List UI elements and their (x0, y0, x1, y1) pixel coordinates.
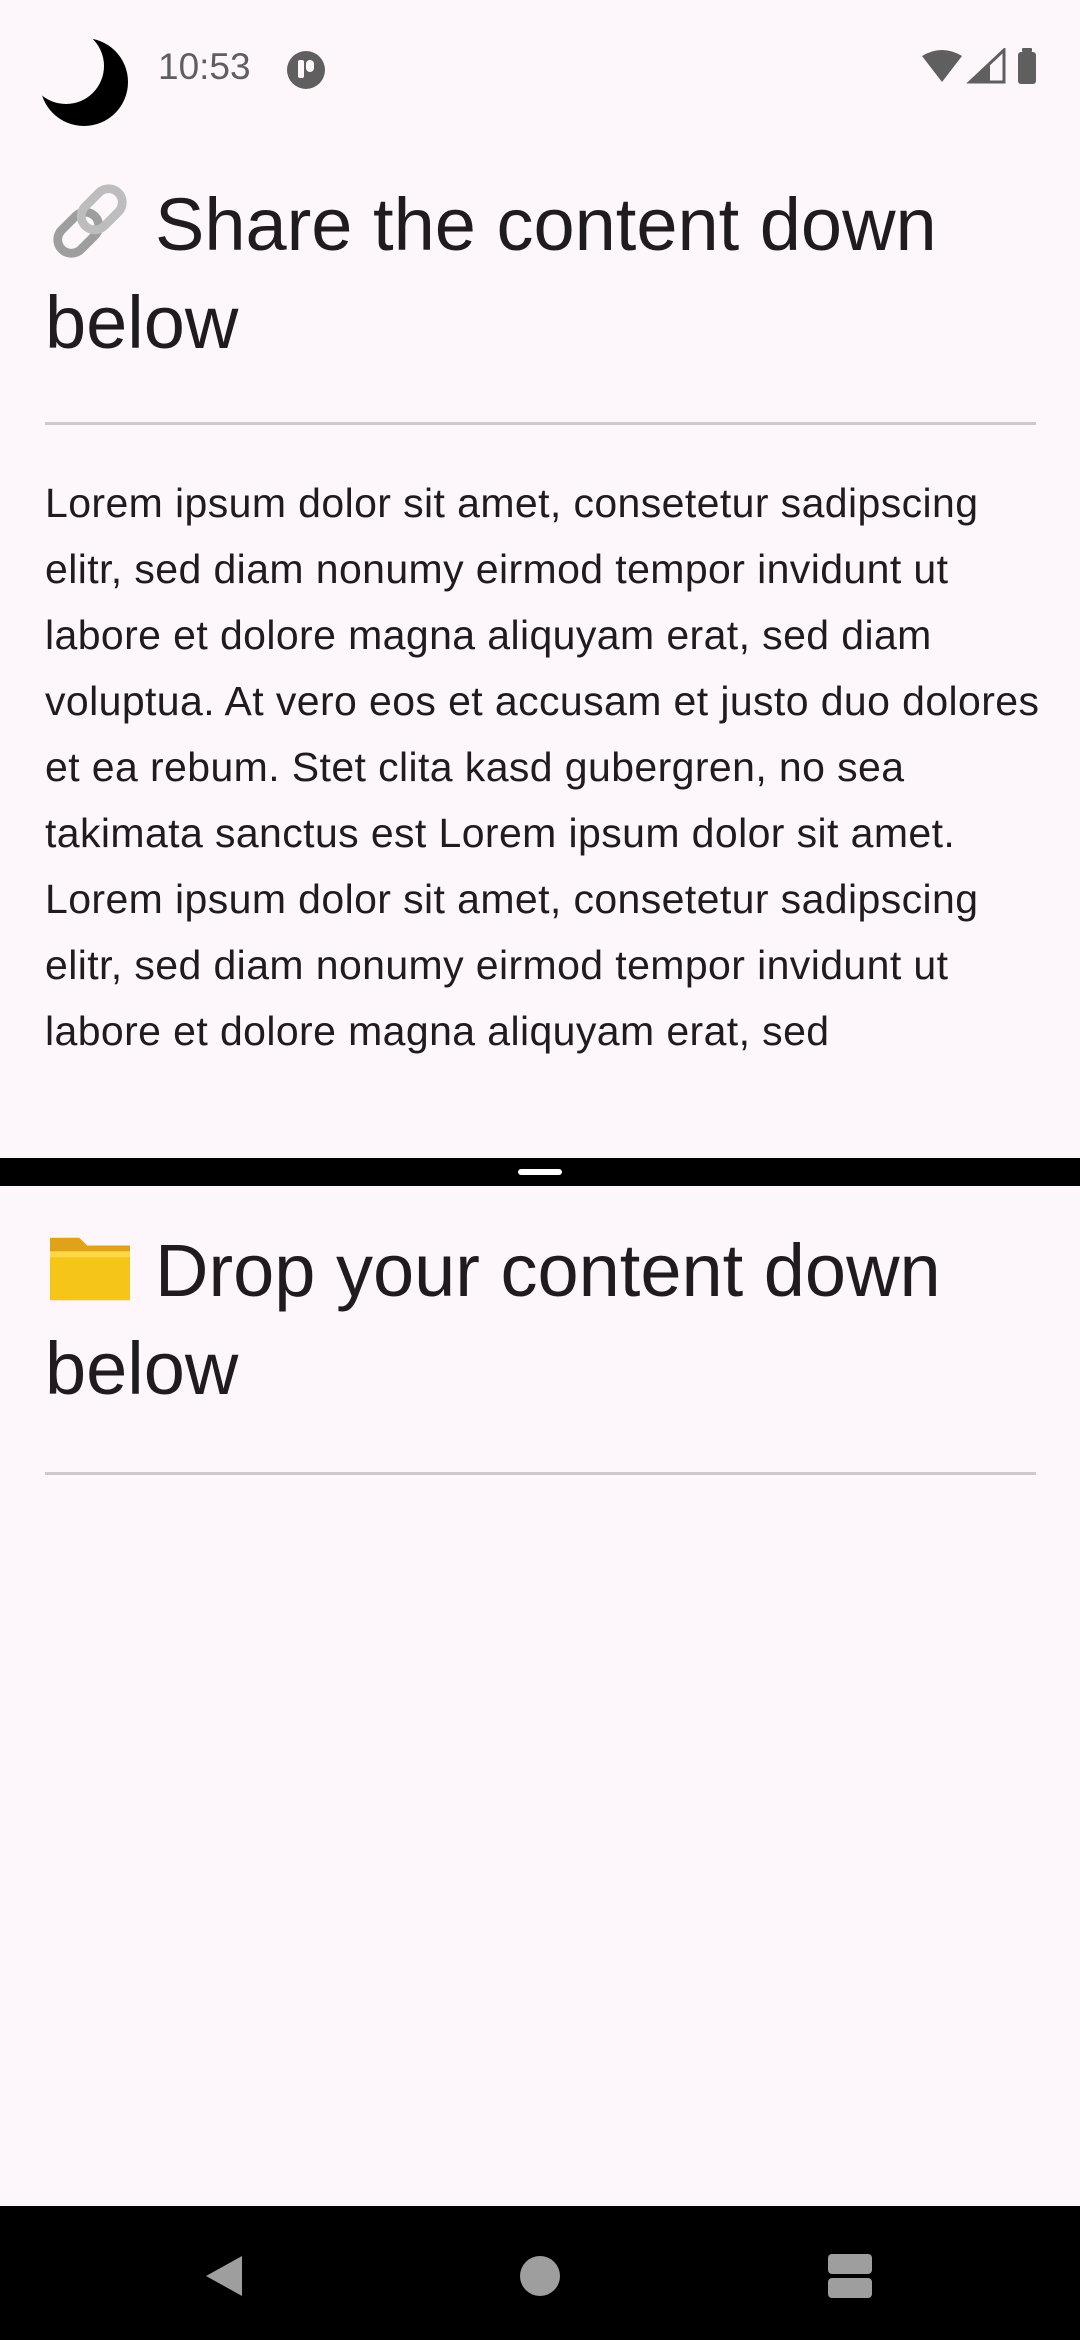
cellular-icon (966, 48, 1006, 84)
navigation-bar (0, 2206, 1080, 2340)
notification-icon (287, 51, 325, 89)
share-pane: 10:53 Share the content down below Lorem… (0, 0, 1080, 1158)
status-icons (922, 48, 1036, 84)
moon-icon (38, 36, 128, 126)
battery-icon (1018, 48, 1036, 84)
share-body-text: Lorem ipsum dolor sit amet, consetetur s… (45, 480, 1040, 1054)
share-divider (45, 422, 1036, 425)
folder-icon (50, 1237, 130, 1301)
share-title-text: Share the content down below (45, 183, 937, 364)
wifi-icon (922, 50, 962, 82)
split-screen-divider[interactable] (0, 1158, 1080, 1186)
drop-title-text: Drop your content down below (45, 1229, 941, 1410)
drop-divider (45, 1472, 1036, 1475)
back-icon[interactable] (196, 2246, 256, 2306)
link-icon (53, 184, 127, 258)
drop-title: Drop your content down below (45, 1222, 1045, 1418)
share-title: Share the content down below (45, 176, 1045, 372)
recents-icon[interactable] (820, 2246, 880, 2306)
status-time: 10:53 (158, 46, 251, 87)
status-bar: 10:53 (0, 0, 1080, 136)
home-icon[interactable] (510, 2246, 570, 2306)
split-handle[interactable] (518, 1169, 562, 1175)
screen: 10:53 Share the content down below Lorem… (0, 0, 1080, 2340)
drop-pane[interactable]: Drop your content down below (0, 1186, 1080, 2206)
